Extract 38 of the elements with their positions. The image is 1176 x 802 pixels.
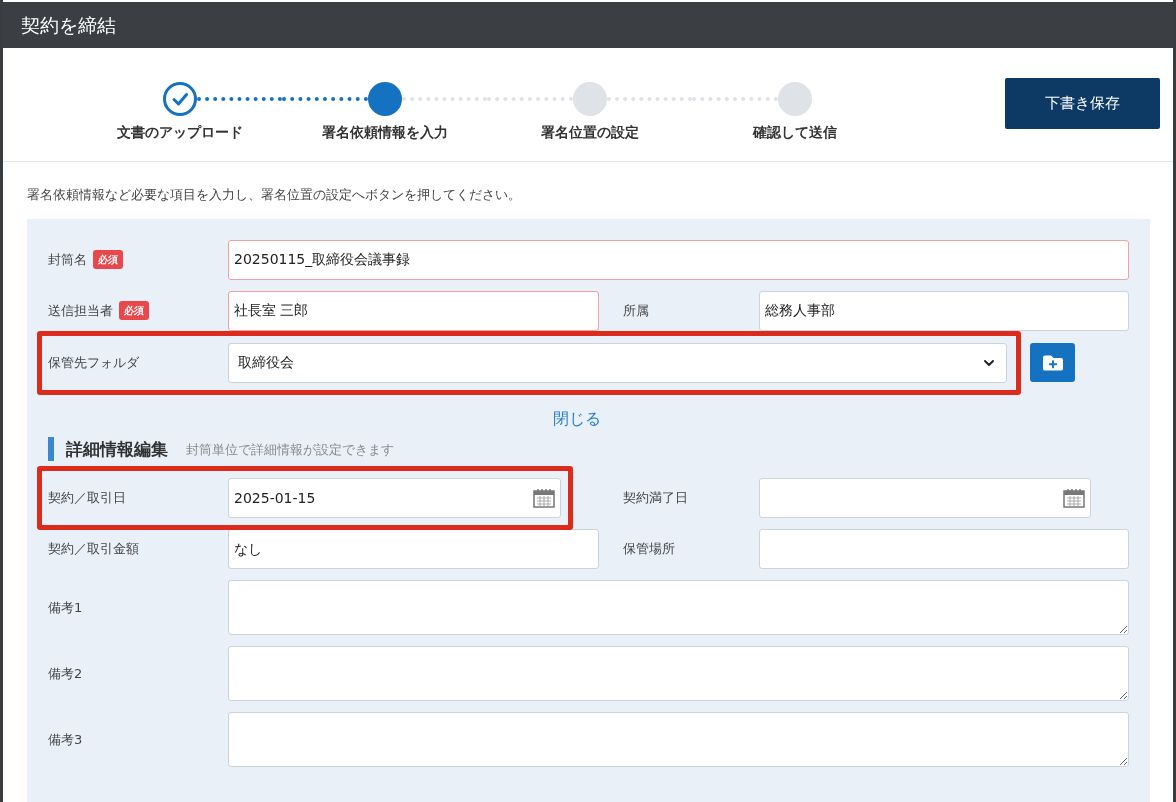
text-field[interactable]: なし xyxy=(228,529,599,569)
text-field[interactable]: 20250115_取締役会議事録 xyxy=(228,239,1129,280)
add-folder-button[interactable] xyxy=(1030,343,1075,382)
field-label: 保管場所 xyxy=(622,540,675,559)
close-link[interactable]: 閉じる xyxy=(552,406,601,431)
field-label: 備考3 xyxy=(48,730,83,749)
date-field[interactable]: 2025-01-15 xyxy=(228,478,561,518)
field-label: 契約／取引日 xyxy=(48,489,126,508)
calendar-icon[interactable] xyxy=(1063,488,1085,508)
save-draft-button[interactable]: 下書き保存 xyxy=(1005,78,1160,129)
textarea-field[interactable] xyxy=(228,580,1129,635)
textarea-field[interactable] xyxy=(228,712,1129,767)
step-label: 署名依頼情報を入力 xyxy=(321,123,448,142)
textarea-field[interactable] xyxy=(228,646,1129,701)
field-label: 送信担当者 xyxy=(48,301,113,320)
field-label: 契約満了日 xyxy=(623,489,688,508)
required-badge: 必須 xyxy=(93,250,123,269)
instruction-text: 署名依頼情報など必要な項目を入力し、署名位置の設定へボタンを押してください。 xyxy=(27,186,522,204)
field-label: 保管先フォルダ xyxy=(48,353,139,372)
section-heading: 詳細情報編集 xyxy=(66,437,168,461)
field-label: 封筒名 xyxy=(48,250,87,269)
field-label: 所属 xyxy=(622,301,649,320)
step-label: 確認して送信 xyxy=(752,123,837,142)
step-label: 文書のアップロード xyxy=(116,123,243,142)
select-field[interactable]: 取締役会 xyxy=(228,342,1007,383)
text-field[interactable]: 総務人事部 xyxy=(758,290,1129,331)
required-badge: 必須 xyxy=(119,301,149,320)
section-subheading: 封筒単位で詳細情報が設定できます xyxy=(186,440,394,459)
section-accent-bar xyxy=(48,437,54,462)
field-label: 備考2 xyxy=(48,664,83,683)
field-label: 備考1 xyxy=(48,598,83,617)
date-field[interactable] xyxy=(759,478,1091,518)
calendar-icon[interactable] xyxy=(533,488,555,508)
text-field[interactable]: 社長室 三郎 xyxy=(228,290,599,331)
step-label: 署名位置の設定 xyxy=(540,123,639,142)
field-label: 契約／取引金額 xyxy=(48,540,139,559)
text-field[interactable] xyxy=(758,529,1129,569)
window-title: 契約を締結 xyxy=(21,12,116,38)
